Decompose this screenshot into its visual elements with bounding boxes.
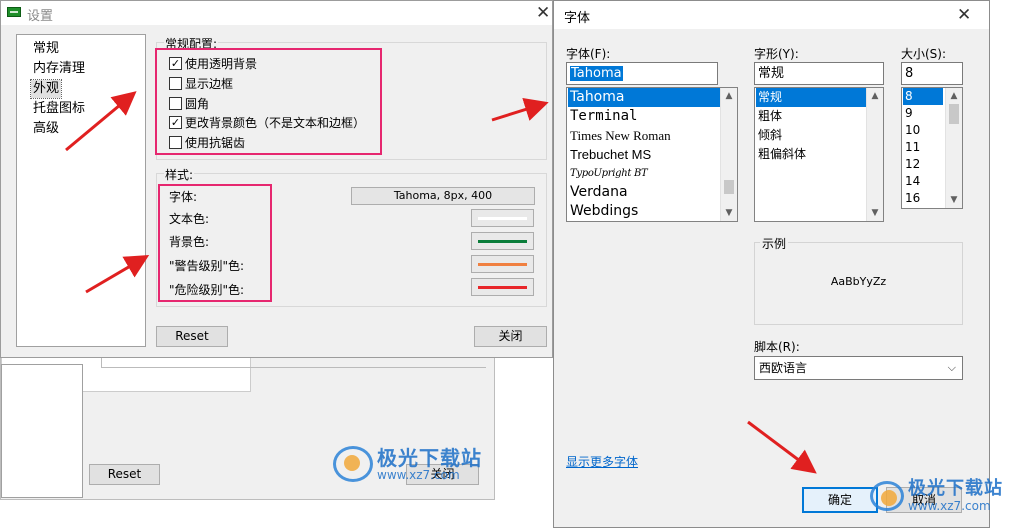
- danger-color-line: [478, 286, 527, 289]
- scroll-thumb[interactable]: [724, 180, 734, 194]
- app-icon: [7, 7, 21, 17]
- bg-color-line: [478, 240, 527, 243]
- font-name-list[interactable]: Tahoma Terminal Times New Roman Trebuche…: [566, 87, 738, 222]
- nav-item-advanced[interactable]: 高级: [31, 120, 61, 138]
- size-list-item[interactable]: 12: [903, 156, 920, 173]
- warn-color-line: [478, 263, 527, 266]
- warn-color-swatch[interactable]: [471, 255, 534, 273]
- font-list-item[interactable]: Trebuchet MS: [568, 145, 651, 164]
- font-list-item[interactable]: Webdings: [568, 202, 638, 221]
- font-list-item[interactable]: Terminal: [568, 107, 637, 126]
- bg-color-swatch[interactable]: [471, 232, 534, 250]
- font-size-input[interactable]: 8: [901, 62, 963, 85]
- scroll-up-icon[interactable]: ▲: [946, 91, 962, 101]
- watermark-name: 极光下载站: [908, 478, 1003, 499]
- size-list-item[interactable]: 14: [903, 173, 920, 190]
- scroll-down-icon[interactable]: ▼: [946, 195, 962, 205]
- nav-item-appearance[interactable]: 外观: [29, 79, 63, 99]
- settings-window: 设置 ✕ 常规 内存清理 外观 托盘图标 高级 常规配置: 使用透明背景 显示边…: [0, 0, 553, 358]
- sample-label: 示例: [760, 235, 789, 252]
- font-list-item[interactable]: TypoUpright BT: [568, 164, 648, 183]
- watermark-name: 极光下载站: [377, 445, 482, 470]
- text-color-line: [478, 217, 527, 220]
- size-list-item[interactable]: 10: [903, 122, 920, 139]
- font-size-label: 大小(S):: [901, 47, 947, 61]
- font-style-label: 字形(Y):: [754, 47, 799, 61]
- close-button[interactable]: 关闭: [474, 326, 547, 347]
- sample-text: AaBbYyZz: [830, 275, 887, 288]
- settings-close-icon[interactable]: ✕: [536, 4, 550, 22]
- highlight-box-general: [155, 48, 382, 155]
- show-more-fonts-link[interactable]: 显示更多字体: [566, 453, 638, 470]
- ok-button[interactable]: 确定: [802, 487, 878, 513]
- font-list-scrollbar[interactable]: ▲ ▼: [720, 88, 737, 221]
- font-style-list[interactable]: 常规 粗体 倾斜 粗偏斜体 ▲ ▼: [754, 87, 884, 222]
- size-list-item[interactable]: 11: [903, 139, 920, 156]
- highlight-box-style: [158, 184, 272, 302]
- style-list-item[interactable]: 常规: [756, 88, 866, 107]
- style-group-label: 样式:: [164, 166, 195, 183]
- scroll-down-icon[interactable]: ▼: [867, 208, 883, 218]
- watermark-logo-icon: [870, 480, 904, 511]
- font-dialog-titlebar: 字体 ✕: [554, 1, 989, 29]
- chevron-down-icon: ⌵: [947, 361, 956, 374]
- font-dialog-close-icon[interactable]: ✕: [957, 6, 971, 24]
- scroll-up-icon[interactable]: ▲: [867, 91, 883, 101]
- style-list-item[interactable]: 粗偏斜体: [756, 145, 806, 164]
- font-list-item[interactable]: Verdana: [568, 183, 628, 202]
- watermark-logo-icon: [333, 446, 373, 482]
- settings-titlebar: 设置 ✕: [1, 1, 552, 25]
- font-name-input-text: Tahoma: [570, 66, 623, 81]
- font-name-label: 字体(F):: [566, 47, 611, 61]
- font-dialog-title: 字体: [564, 11, 591, 26]
- script-select-value: 西欧语言: [759, 361, 808, 375]
- style-list-item[interactable]: 倾斜: [756, 126, 782, 145]
- danger-color-swatch[interactable]: [471, 278, 534, 296]
- settings-title: 设置: [27, 9, 54, 24]
- font-size-list[interactable]: 8 9 10 11 12 14 16 ▲ ▼: [901, 87, 963, 209]
- size-list-item[interactable]: 8: [903, 88, 943, 105]
- font-list-item[interactable]: Tahoma: [568, 88, 720, 107]
- watermark-center: 极光下载站 www.xz7.com: [333, 446, 482, 482]
- font-dialog: 字体 ✕ 字体(F): Tahoma Tahoma Terminal Times…: [553, 0, 990, 528]
- scroll-down-icon[interactable]: ▼: [721, 208, 737, 218]
- style-list-item[interactable]: 粗体: [756, 107, 782, 126]
- sample-box: AaBbYyZz: [754, 242, 963, 325]
- reset-button[interactable]: Reset: [156, 326, 228, 347]
- script-select[interactable]: 西欧语言 ⌵: [754, 356, 963, 380]
- size-list-scrollbar[interactable]: ▲ ▼: [945, 88, 962, 208]
- text-color-swatch[interactable]: [471, 209, 534, 227]
- font-list-item[interactable]: Times New Roman: [568, 126, 671, 145]
- background-reset-button[interactable]: Reset: [89, 464, 160, 485]
- watermark-corner: 极光下载站 www.xz7.com: [870, 478, 1003, 513]
- font-select-button[interactable]: Tahoma, 8px, 400: [351, 187, 535, 205]
- scroll-thumb[interactable]: [949, 104, 959, 124]
- font-style-input[interactable]: 常规: [754, 62, 884, 85]
- size-list-item[interactable]: 9: [903, 105, 913, 122]
- size-list-item[interactable]: 16: [903, 190, 920, 207]
- font-name-input[interactable]: Tahoma: [566, 62, 718, 85]
- scroll-up-icon[interactable]: ▲: [721, 91, 737, 101]
- nav-item-general[interactable]: 常规: [31, 40, 61, 58]
- settings-nav-list: 常规 内存清理 外观 托盘图标 高级: [16, 34, 146, 347]
- nav-item-tray-icon[interactable]: 托盘图标: [31, 100, 87, 118]
- watermark-url: www.xz7.com: [377, 467, 460, 482]
- watermark-url: www.xz7.com: [908, 499, 991, 513]
- style-list-scrollbar[interactable]: ▲ ▼: [866, 88, 883, 221]
- script-label: 脚本(R):: [754, 340, 800, 354]
- background-nav-list: [1, 364, 83, 498]
- nav-item-memory-clean[interactable]: 内存清理: [31, 60, 87, 78]
